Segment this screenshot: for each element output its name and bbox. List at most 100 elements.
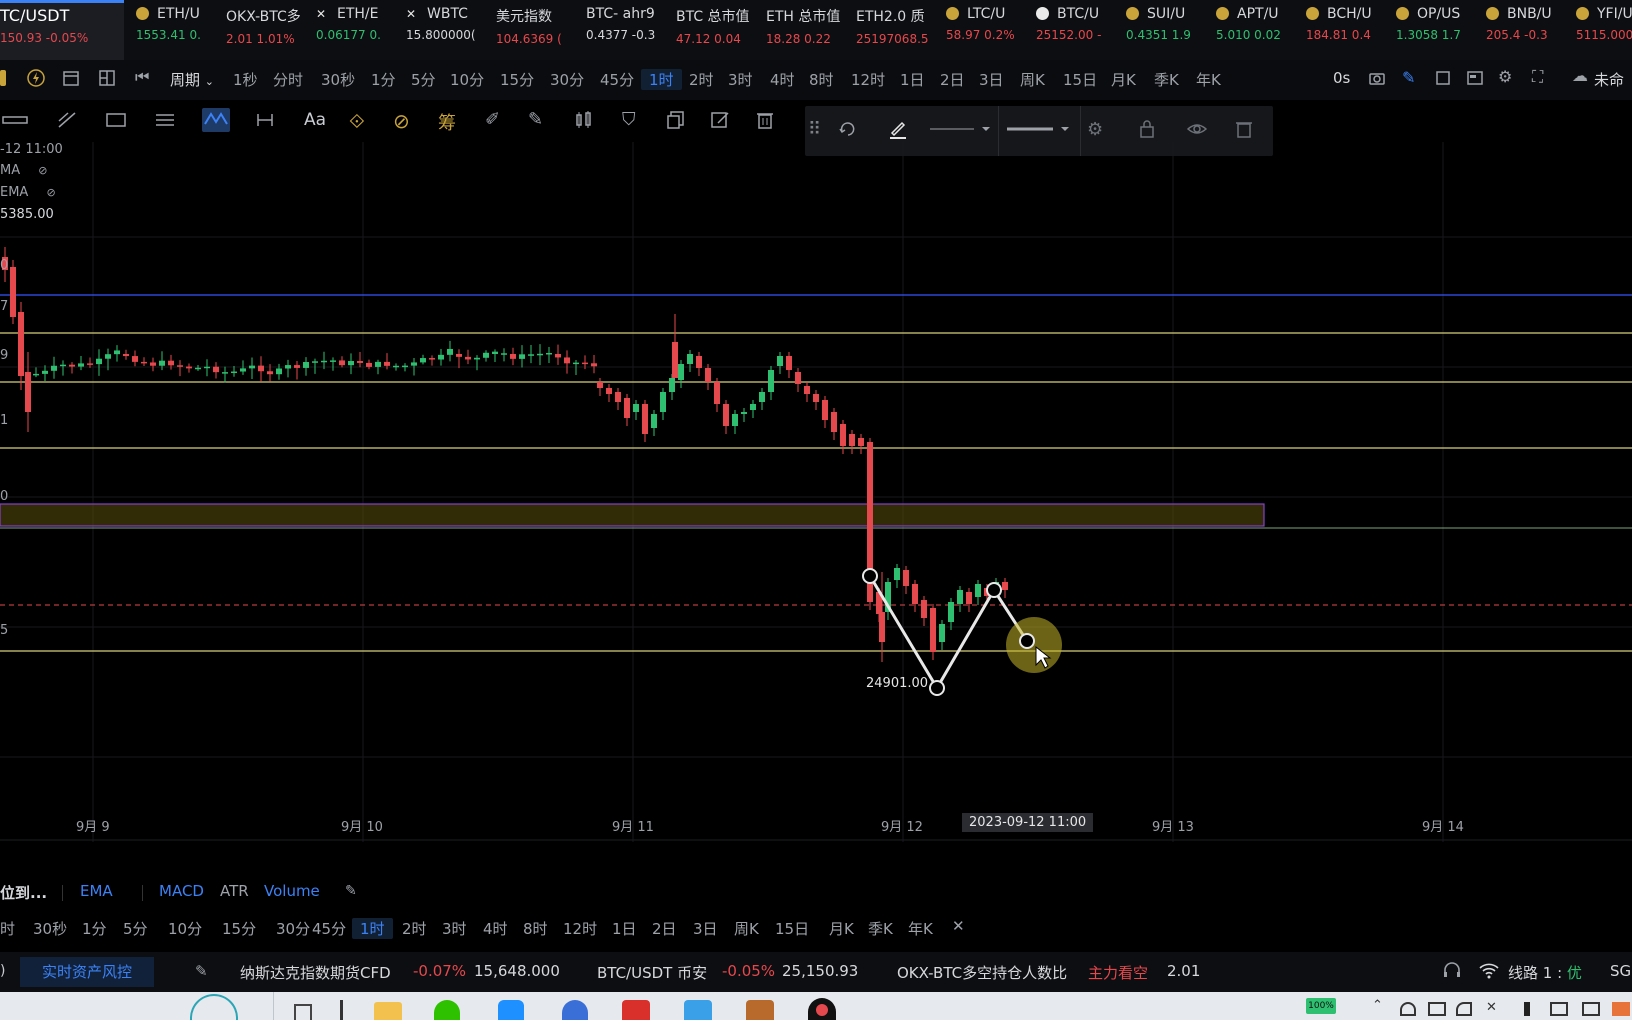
- ticker-item[interactable]: YFI/U 5115.000: [1576, 6, 1632, 56]
- pattern-handle[interactable]: [929, 680, 945, 696]
- ticker-item[interactable]: ETH/U 1553.41 0.: [136, 6, 222, 56]
- indicator-atr[interactable]: ATR: [220, 882, 249, 900]
- ticker-item[interactable]: OKX-BTC多 2.01 1.01%: [226, 6, 312, 56]
- period-selector[interactable]: 周期 ⌄: [170, 69, 214, 90]
- period-item[interactable]: 年K: [908, 918, 933, 939]
- cloud-label[interactable]: 未命: [1594, 69, 1624, 90]
- taskview-icon[interactable]: [294, 1004, 312, 1020]
- wps-icon[interactable]: [622, 1000, 650, 1020]
- ticker-item[interactable]: APT/U 5.010 0.02: [1216, 6, 1302, 56]
- photos-icon[interactable]: [684, 1000, 712, 1020]
- period-item[interactable]: 3时: [728, 69, 753, 90]
- edit-icon[interactable]: [710, 110, 730, 134]
- sidebar-toggle-icon[interactable]: [0, 70, 6, 86]
- period-item[interactable]: 3时: [442, 918, 467, 939]
- fullscreen-icon[interactable]: ⛶: [1532, 67, 1543, 87]
- lock-icon[interactable]: [1139, 119, 1155, 143]
- period-item[interactable]: 45分: [600, 69, 634, 90]
- widgets-icon[interactable]: [340, 1000, 343, 1020]
- period-item[interactable]: 8时: [523, 918, 548, 939]
- chip-icon[interactable]: 筹: [438, 109, 456, 135]
- line-label[interactable]: 线路 1 : 优: [1508, 962, 1582, 983]
- wave-pattern-drawing[interactable]: [868, 575, 1029, 691]
- tray-icon[interactable]: [1524, 1002, 1530, 1016]
- indicator-volume[interactable]: Volume: [264, 882, 320, 900]
- tray-icon[interactable]: [1582, 1002, 1600, 1016]
- headset-icon[interactable]: [1442, 960, 1462, 984]
- layout-icon[interactable]: [98, 69, 116, 91]
- period-item[interactable]: 月K: [829, 918, 854, 939]
- tray-icon[interactable]: ✕: [1486, 1000, 1497, 1015]
- eye-icon[interactable]: [1186, 120, 1208, 142]
- fibonacci-icon[interactable]: ⟐: [349, 109, 365, 133]
- period-item[interactable]: 30分: [550, 69, 584, 90]
- ticker-item[interactable]: ✕ ETH/E 0.06177 0.: [316, 6, 402, 56]
- settings-icon[interactable]: ⚙: [1087, 119, 1103, 140]
- period-item[interactable]: 2日: [940, 69, 965, 90]
- risk-control-button[interactable]: 实时资产风控: [20, 957, 154, 987]
- pencil-icon[interactable]: ✎: [1402, 68, 1415, 87]
- period-item[interactable]: 3日: [693, 918, 718, 939]
- lock-icon[interactable]: ⛉: [622, 109, 636, 130]
- legend-ma[interactable]: MA ⊘: [0, 163, 47, 178]
- period-item[interactable]: 年K: [1196, 69, 1221, 90]
- period-item[interactable]: 2日: [652, 918, 677, 939]
- nasdaq-name[interactable]: 纳斯达克指数期货CFD: [240, 962, 391, 983]
- text-tool-icon[interactable]: Aa: [304, 110, 326, 130]
- camera-icon[interactable]: [1368, 69, 1386, 91]
- period-item[interactable]: 10分: [450, 69, 484, 90]
- ticker-item[interactable]: BTC/U 25152.00 -: [1036, 6, 1122, 56]
- position-label[interactable]: 位到...: [0, 882, 47, 903]
- period-item[interactable]: 15分: [222, 918, 256, 939]
- pattern-handle[interactable]: [1006, 617, 1062, 673]
- eye-off-icon[interactable]: ⊘: [38, 164, 47, 177]
- wechat-icon[interactable]: [434, 1000, 460, 1020]
- ticker-item[interactable]: ETH 总市值 18.28 0.22: [766, 6, 852, 56]
- btc-name[interactable]: BTC/USDT 币安: [597, 962, 707, 983]
- ticker-item[interactable]: TC/USDT 150.93 -0.05%: [0, 6, 118, 56]
- period-item[interactable]: 2时: [689, 69, 714, 90]
- period-item[interactable]: 15日: [775, 918, 809, 939]
- drag-handle-icon[interactable]: ⠿: [808, 119, 821, 140]
- tray-icon[interactable]: [1456, 1002, 1472, 1016]
- ticker-item[interactable]: BNB/U 205.4 -0.3: [1486, 6, 1572, 56]
- period-item[interactable]: 分时: [273, 69, 303, 90]
- rewind-icon[interactable]: ⏮: [135, 67, 149, 87]
- ticker-item[interactable]: OP/US 1.3058 1.7: [1396, 6, 1482, 56]
- okx-name[interactable]: OKX-BTC多空持仓人数比: [897, 962, 1067, 983]
- ticker-item[interactable]: ✕ WBTC 15.800000(: [406, 6, 492, 56]
- trendline-icon[interactable]: [56, 110, 78, 134]
- indicator-macd[interactable]: MACD: [159, 882, 204, 900]
- panel-icon[interactable]: [1466, 69, 1484, 91]
- books-icon[interactable]: [746, 1000, 774, 1020]
- measure-icon[interactable]: [255, 111, 275, 133]
- price-zone-box[interactable]: [0, 503, 1265, 527]
- period-item[interactable]: 周K: [1020, 69, 1045, 90]
- period-item[interactable]: 月K: [1111, 69, 1136, 90]
- period-item[interactable]: 时: [0, 918, 15, 939]
- period-item[interactable]: 30秒: [321, 69, 355, 90]
- legend-ema[interactable]: EMA ⊘: [0, 185, 56, 200]
- window-icon[interactable]: [1434, 69, 1452, 91]
- trash-icon[interactable]: [1235, 119, 1253, 143]
- gann-icon[interactable]: ⊘: [393, 109, 410, 133]
- ticker-item[interactable]: SUI/U 0.4351 1.9: [1126, 6, 1212, 56]
- eye-off-icon[interactable]: ⊘: [46, 186, 55, 199]
- tray-chevron-icon[interactable]: ⌃: [1372, 998, 1383, 1013]
- period-item[interactable]: 8时: [809, 69, 834, 90]
- ticker-item[interactable]: BCH/U 184.81 0.4: [1306, 6, 1392, 56]
- period-item[interactable]: 4时: [770, 69, 795, 90]
- price-chart[interactable]: -12 11:00 MA ⊘ EMA ⊘ 5385.00 0 7 9 1 0 5…: [0, 142, 1632, 842]
- period-item[interactable]: 1时: [641, 69, 682, 90]
- period-item[interactable]: 1时: [352, 918, 393, 939]
- period-item[interactable]: 4时: [483, 918, 508, 939]
- period-item[interactable]: 2时: [402, 918, 427, 939]
- close-icon[interactable]: ✕: [952, 917, 965, 935]
- pattern-handle[interactable]: [1019, 633, 1035, 649]
- period-item[interactable]: 30分: [276, 918, 310, 939]
- horizontal-lines-icon[interactable]: [154, 111, 176, 133]
- lightning-icon[interactable]: [27, 69, 45, 91]
- tray-icon[interactable]: [1428, 1002, 1446, 1016]
- calendar-icon[interactable]: [62, 69, 80, 91]
- line-color-icon[interactable]: [887, 118, 909, 144]
